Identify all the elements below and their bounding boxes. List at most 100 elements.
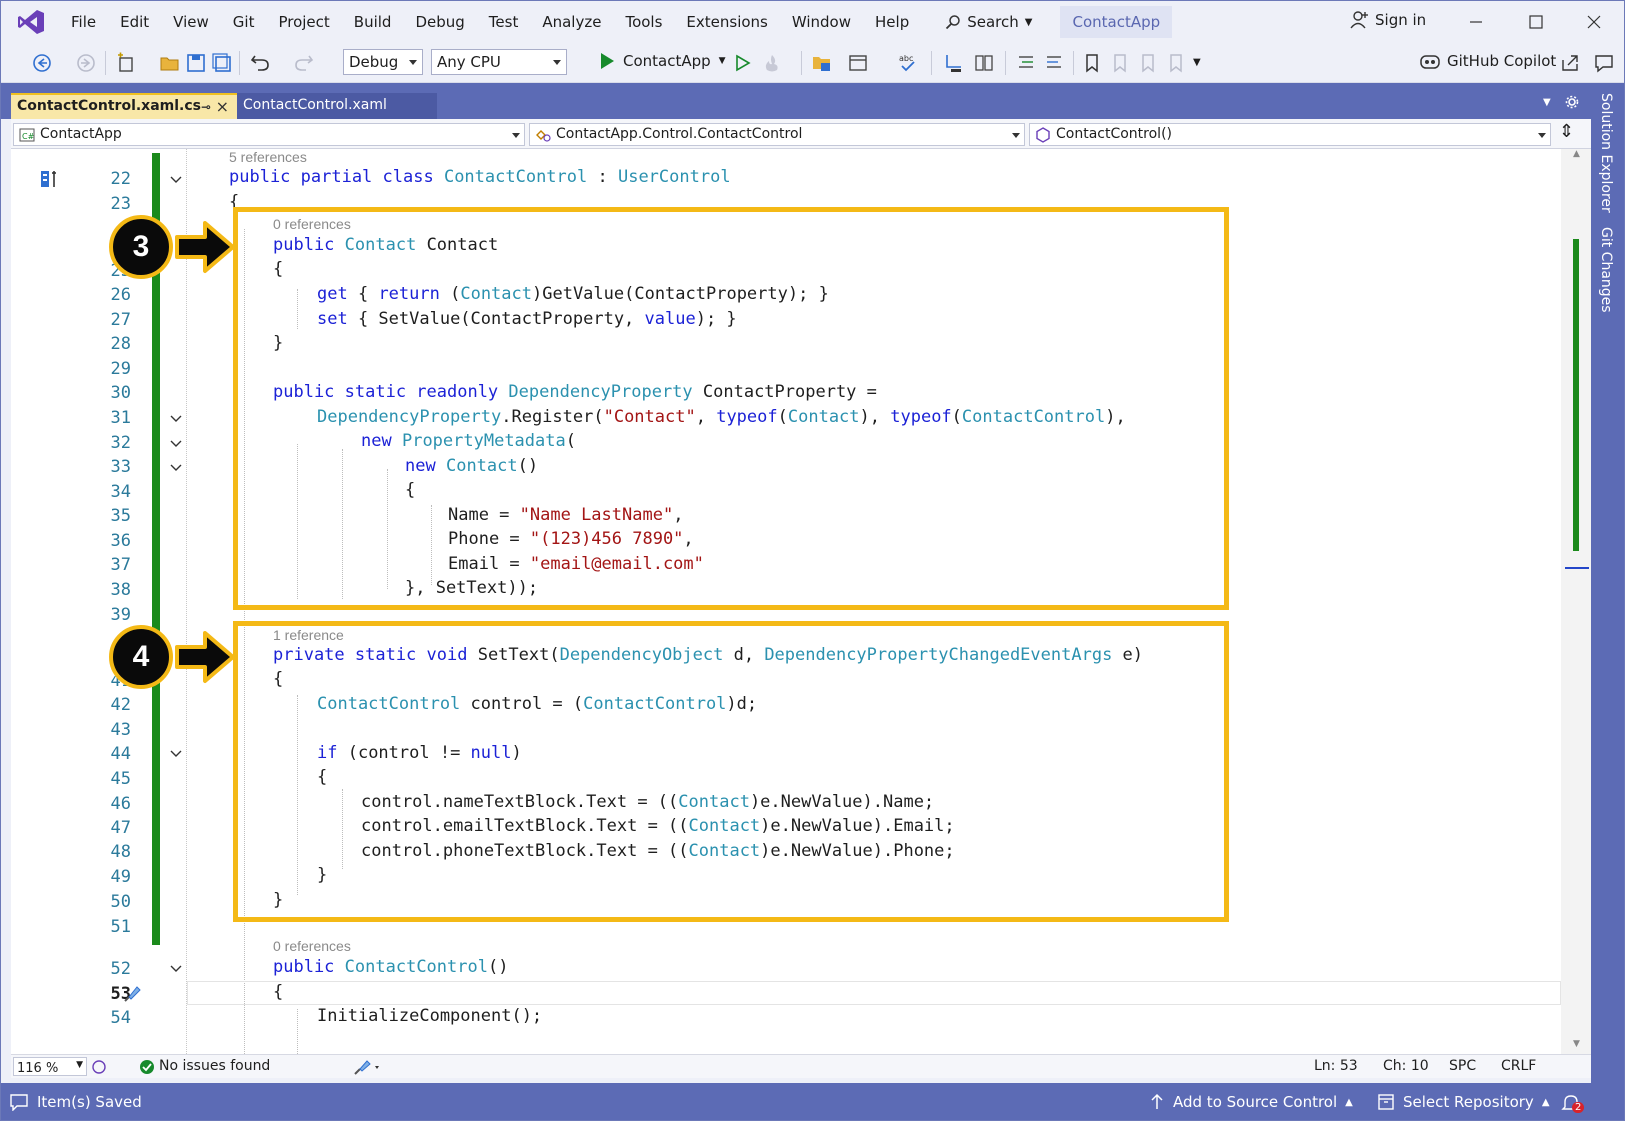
menu-project[interactable]: Project	[266, 13, 341, 31]
github-copilot-button[interactable]: GitHub Copilot	[1419, 51, 1556, 71]
collapse-chevron-icon[interactable]	[169, 461, 183, 475]
menu-view[interactable]: View	[161, 13, 221, 31]
next-bookmark-icon[interactable]	[1137, 52, 1159, 74]
window-layout-icon[interactable]	[847, 52, 869, 74]
feedback-icon[interactable]	[1593, 52, 1615, 74]
codelens-references[interactable]: 5 references	[229, 149, 307, 165]
maximize-icon[interactable]	[1525, 11, 1547, 33]
column-indicator[interactable]: Ch: 10	[1383, 1058, 1429, 1074]
scrollbar-caret-marker	[1565, 567, 1589, 569]
redo-icon[interactable]	[293, 52, 315, 74]
add-to-source-control-button[interactable]: Add to Source Control ▲	[1149, 1093, 1353, 1111]
menu-window[interactable]: Window	[780, 13, 863, 31]
code-editor[interactable]: 22 23 24 25 26 27 28 29 30 31 32 33 34 3…	[11, 149, 1561, 1054]
notifications-button[interactable]: 2	[1561, 1093, 1585, 1113]
git-changes-tab[interactable]: Git Changes	[1598, 227, 1614, 313]
chevron-up-icon: ▲	[1541, 1096, 1550, 1108]
clear-bookmarks-icon[interactable]	[1165, 52, 1187, 74]
editor-navigation-bar: C# ContactApp ContactApp.Control.Contact…	[11, 119, 1591, 149]
step-into-icon[interactable]	[943, 52, 965, 74]
new-project-icon[interactable]	[115, 52, 137, 74]
start-without-debugging-icon[interactable]	[731, 52, 753, 74]
collapse-chevron-icon[interactable]	[169, 962, 183, 976]
scroll-up-icon[interactable]: ▲	[1573, 149, 1580, 159]
search-label: Search	[967, 13, 1019, 31]
solution-configuration-dropdown[interactable]: Debug	[343, 49, 423, 75]
codelens-references[interactable]: 0 references	[273, 938, 351, 954]
zoom-dropdown[interactable]: 116 % ▼	[13, 1057, 87, 1076]
whitespace-indicator[interactable]: SPC	[1449, 1058, 1476, 1074]
menu-edit[interactable]: Edit	[108, 13, 161, 31]
gear-icon[interactable]	[1565, 95, 1579, 109]
tab-list-dropdown-icon[interactable]: ▼	[1543, 97, 1551, 108]
collapse-chevron-icon[interactable]	[169, 437, 183, 451]
line-number: 48	[110, 842, 131, 862]
toolbar-overflow-icon[interactable]: ▼	[1193, 57, 1201, 68]
quick-actions-brush-icon[interactable]	[121, 983, 143, 1005]
outline-margin-line	[186, 149, 187, 1054]
comment-lines-icon[interactable]	[1015, 52, 1037, 74]
line-number: 51	[110, 917, 131, 937]
line-indicator[interactable]: Ln: 53	[1314, 1058, 1358, 1074]
tab-contactcontrol-xaml[interactable]: ContactControl.xaml	[237, 93, 437, 119]
line-ending-indicator[interactable]: CRLF	[1501, 1058, 1536, 1074]
sign-in-button[interactable]: Sign in	[1349, 10, 1426, 30]
bookmark-icon[interactable]	[1081, 52, 1103, 74]
save-icon[interactable]	[185, 52, 207, 74]
intellicode-icon[interactable]	[91, 1059, 107, 1075]
chevron-down-icon: ▼	[76, 1060, 83, 1070]
undo-icon[interactable]	[249, 52, 271, 74]
open-folder-icon[interactable]	[159, 52, 181, 74]
navigate-back-icon[interactable]	[31, 52, 53, 74]
menu-analyze[interactable]: Analyze	[530, 13, 613, 31]
split-editor-icon[interactable]: ⇕	[1559, 121, 1574, 142]
minimize-icon[interactable]	[1465, 11, 1487, 33]
hot-reload-icon[interactable]	[761, 52, 783, 74]
line-number: 35	[110, 506, 131, 526]
menu-help[interactable]: Help	[863, 13, 921, 31]
status-message: Item(s) Saved	[37, 1093, 142, 1111]
menu-git[interactable]: Git	[221, 13, 267, 31]
menu-debug[interactable]: Debug	[403, 13, 476, 31]
start-debugging-button[interactable]: ContactApp ▼	[599, 52, 726, 70]
copilot-icon	[1420, 55, 1440, 69]
pin-icon[interactable]: ⊸	[201, 100, 211, 114]
close-icon[interactable]: ×	[216, 97, 229, 116]
type-dropdown[interactable]: ContactApp.Control.ContactControl	[529, 123, 1025, 146]
solution-folder-icon[interactable]	[811, 52, 833, 74]
close-icon[interactable]	[1583, 11, 1605, 33]
solution-platform-dropdown[interactable]: Any CPU	[431, 49, 567, 75]
vertical-scrollbar[interactable]: ▲ ▼	[1561, 149, 1591, 1054]
line-number: 46	[110, 794, 131, 814]
collapse-chevron-icon[interactable]	[169, 412, 183, 426]
scroll-down-icon[interactable]: ▼	[1573, 1039, 1580, 1049]
menu-build[interactable]: Build	[342, 13, 404, 31]
member-dropdown[interactable]: ContactControl()	[1029, 123, 1551, 146]
navigate-forward-icon[interactable]	[75, 52, 97, 74]
split-view-icon[interactable]	[973, 52, 995, 74]
uncomment-lines-icon[interactable]	[1043, 52, 1065, 74]
issues-status[interactable]: No issues found	[159, 1058, 270, 1074]
search-button[interactable]: Search ▼	[937, 13, 1040, 31]
menu-test[interactable]: Test	[477, 13, 531, 31]
previous-bookmark-icon[interactable]	[1109, 52, 1131, 74]
menu-extensions[interactable]: Extensions	[674, 13, 779, 31]
menu-tools[interactable]: Tools	[613, 13, 674, 31]
line-number: 44	[110, 744, 131, 764]
class-diagram-icon[interactable]	[39, 169, 61, 189]
sign-in-label: Sign in	[1375, 11, 1427, 29]
code-cleanup-brush-icon[interactable]	[353, 1058, 383, 1076]
menu-file[interactable]: File	[59, 13, 108, 31]
chevron-down-icon: ▼	[718, 56, 726, 66]
share-icon[interactable]	[1559, 52, 1581, 74]
search-icon	[946, 15, 960, 30]
tab-contactcontrol-xaml-cs[interactable]: ContactControl.xaml.cs ⊸ ×	[11, 93, 237, 119]
project-dropdown[interactable]: C# ContactApp	[13, 123, 525, 146]
spell-check-icon[interactable]: abc	[897, 52, 919, 74]
solution-explorer-tab[interactable]: Solution Explorer	[1598, 93, 1614, 213]
collapse-chevron-icon[interactable]	[169, 747, 183, 761]
chevron-down-icon	[1012, 133, 1020, 138]
save-all-icon[interactable]	[211, 52, 233, 74]
collapse-chevron-icon[interactable]	[169, 173, 183, 187]
select-repository-button[interactable]: Select Repository ▲	[1377, 1093, 1550, 1111]
